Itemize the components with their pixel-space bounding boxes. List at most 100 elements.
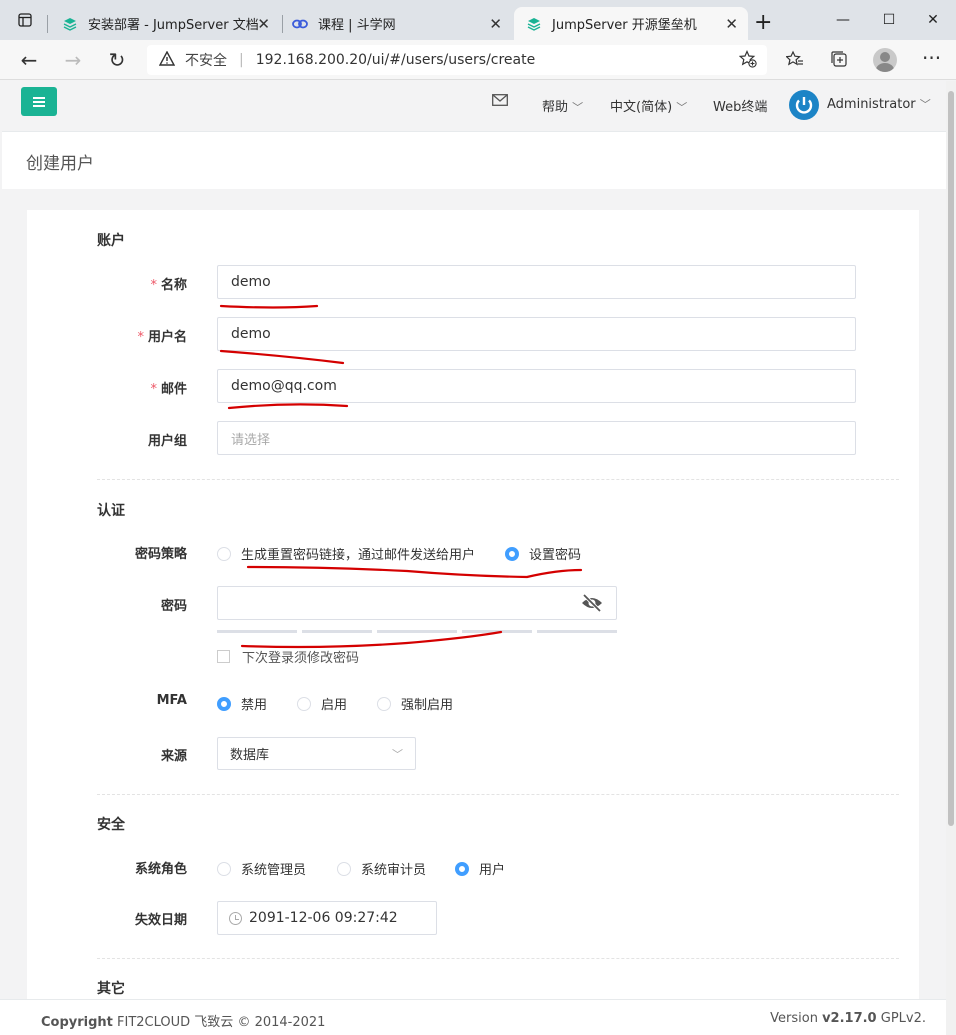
more-icon[interactable]: ··· <box>922 46 941 70</box>
radio-label: 设置密码 <box>529 548 582 563</box>
radio-mfa-forced[interactable]: 强制启用 <box>377 694 453 713</box>
window-close-icon[interactable]: ✕ <box>910 0 956 40</box>
divider <box>97 479 899 480</box>
radio-label: 用户 <box>479 863 506 878</box>
divider <box>97 794 899 795</box>
checkbox-box[interactable] <box>217 650 230 663</box>
web-terminal-link[interactable]: Web终端 <box>713 96 767 115</box>
radio-label: 生成重置密码链接，通过邮件发送给用户 <box>241 548 476 563</box>
radio-label: 系统审计员 <box>361 863 427 878</box>
close-icon[interactable]: ✕ <box>257 15 270 33</box>
user-name: Administrator <box>827 97 916 112</box>
radio-reset-link[interactable]: 生成重置密码链接，通过邮件发送给用户 <box>217 544 475 563</box>
tab-actions-icon[interactable] <box>2 0 48 40</box>
add-favorite-icon[interactable] <box>738 50 757 72</box>
radio-circle[interactable] <box>337 861 351 876</box>
tab-title: 安装部署 - JumpServer 文档 <box>88 18 259 33</box>
radio-label: 启用 <box>321 698 348 713</box>
not-secure-label[interactable]: 不安全 <box>185 50 227 70</box>
radio-role-auditor[interactable]: 系统审计员 <box>337 859 426 878</box>
expire-date-input[interactable]: 2091-12-06 09:27:42 <box>217 901 437 935</box>
url-text[interactable]: 192.168.200.20/ui/#/users/users/create <box>256 52 536 68</box>
radio-mfa-enabled[interactable]: 启用 <box>297 694 347 713</box>
user-menu[interactable]: Administrator ﹀ <box>827 96 931 112</box>
tab-title: 课程 | 斗学网 <box>318 18 396 33</box>
url-field[interactable]: 不安全 | 192.168.200.20/ui/#/users/users/cr… <box>147 45 767 75</box>
copyright: Copyright FIT2CLOUD 飞致云 © 2014-2021 <box>41 1015 326 1030</box>
expire-date-value: 2091-12-06 09:27:42 <box>249 910 398 926</box>
eye-hidden-icon[interactable] <box>580 593 604 617</box>
language-menu[interactable]: 中文(简体) ﹀ <box>610 96 687 115</box>
password-input[interactable] <box>217 586 617 620</box>
source-select[interactable]: 数据库 ﹀ <box>217 737 416 770</box>
clock-icon <box>229 912 242 925</box>
menu-toggle-button[interactable] <box>21 87 57 116</box>
section-account-title: 账户 <box>97 233 125 249</box>
radio-mfa-disabled[interactable]: 禁用 <box>217 694 267 713</box>
help-label: 帮助 <box>542 100 569 115</box>
radio-role-user[interactable]: 用户 <box>455 859 505 878</box>
warning-icon[interactable] <box>158 50 176 70</box>
expire-date-label: 失效日期 <box>134 913 187 928</box>
top-navbar: 帮助 ﹀ 中文(简体) ﹀ Web终端 Administrator ﹀ <box>0 81 946 129</box>
jumpserver-icon <box>526 16 542 32</box>
radio-circle[interactable] <box>377 696 391 711</box>
browser-tab-bar: 安装部署 - JumpServer 文档 ✕ 课程 | 斗学网 ✕ JumpSe… <box>0 0 956 40</box>
strength-bar <box>302 630 372 633</box>
strength-bar <box>377 630 457 633</box>
scrollbar-thumb[interactable] <box>948 91 954 826</box>
user-group-select[interactable]: 请选择 <box>217 421 856 455</box>
radio-label: 系统管理员 <box>241 863 307 878</box>
power-icon <box>791 92 817 118</box>
back-icon[interactable]: ← <box>15 47 43 73</box>
language-label: 中文(简体) <box>610 100 673 115</box>
tab-jumpserver-docs[interactable]: 安装部署 - JumpServer 文档 ✕ <box>50 7 280 40</box>
user-create-form: 账户 * 名称 demo * 用户名 demo * 邮件 demo@qq.com 用户… <box>27 210 919 1010</box>
address-bar: ← → ↻ 不安全 | 192.168.200.20/ui/#/users/us… <box>0 40 956 80</box>
url-divider: | <box>239 52 244 68</box>
jumpserver-doc-icon <box>62 16 78 32</box>
tab-jumpserver[interactable]: JumpServer 开源堡垒机 ✕ <box>514 7 748 40</box>
must-change-password-checkbox[interactable]: 下次登录须修改密码 <box>217 647 359 666</box>
close-icon[interactable]: ✕ <box>725 15 738 33</box>
radio-circle-checked[interactable] <box>505 546 519 561</box>
name-label: * 名称 <box>150 278 187 293</box>
email-input[interactable]: demo@qq.com <box>217 369 856 403</box>
username-input[interactable]: demo <box>217 317 856 351</box>
forward-icon[interactable]: → <box>59 47 87 73</box>
collections-icon[interactable] <box>830 50 848 73</box>
radio-set-password[interactable]: 设置密码 <box>505 544 581 563</box>
tab-separator <box>47 15 48 33</box>
user-group-label: 用户组 <box>147 434 187 449</box>
radio-circle-checked[interactable] <box>217 696 231 711</box>
chevron-down-icon: ﹀ <box>572 101 584 114</box>
help-menu[interactable]: 帮助 ﹀ <box>542 96 583 115</box>
mfa-label: MFA <box>156 693 187 708</box>
page-title: 创建用户 <box>26 154 94 174</box>
divider <box>97 958 899 959</box>
admin-avatar[interactable] <box>789 90 819 120</box>
section-security-title: 安全 <box>97 817 125 833</box>
refresh-icon[interactable]: ↻ <box>103 47 131 73</box>
maximize-icon[interactable]: ☐ <box>866 0 912 40</box>
radio-role-admin[interactable]: 系统管理员 <box>217 859 306 878</box>
link-icon <box>292 16 308 32</box>
new-tab-icon[interactable]: + <box>754 10 772 35</box>
close-icon[interactable]: ✕ <box>489 15 502 33</box>
profile-avatar[interactable] <box>873 48 897 72</box>
tab-course[interactable]: 课程 | 斗学网 ✕ <box>280 7 512 40</box>
username-label: * 用户名 <box>137 330 187 345</box>
name-input[interactable]: demo <box>217 265 856 299</box>
chevron-down-icon: ﹀ <box>919 98 931 111</box>
hamburger-icon <box>33 96 45 107</box>
radio-circle[interactable] <box>217 546 231 561</box>
radio-circle[interactable] <box>217 861 231 876</box>
radio-circle-checked[interactable] <box>455 861 469 876</box>
page-header: 创建用户 <box>2 131 946 189</box>
minimize-icon[interactable]: — <box>820 0 866 40</box>
radio-circle[interactable] <box>297 696 311 711</box>
favorites-icon[interactable] <box>785 50 804 73</box>
mail-icon[interactable] <box>492 94 508 110</box>
page-scrollbar[interactable] <box>946 81 956 1035</box>
section-other-title: 其它 <box>97 981 125 997</box>
